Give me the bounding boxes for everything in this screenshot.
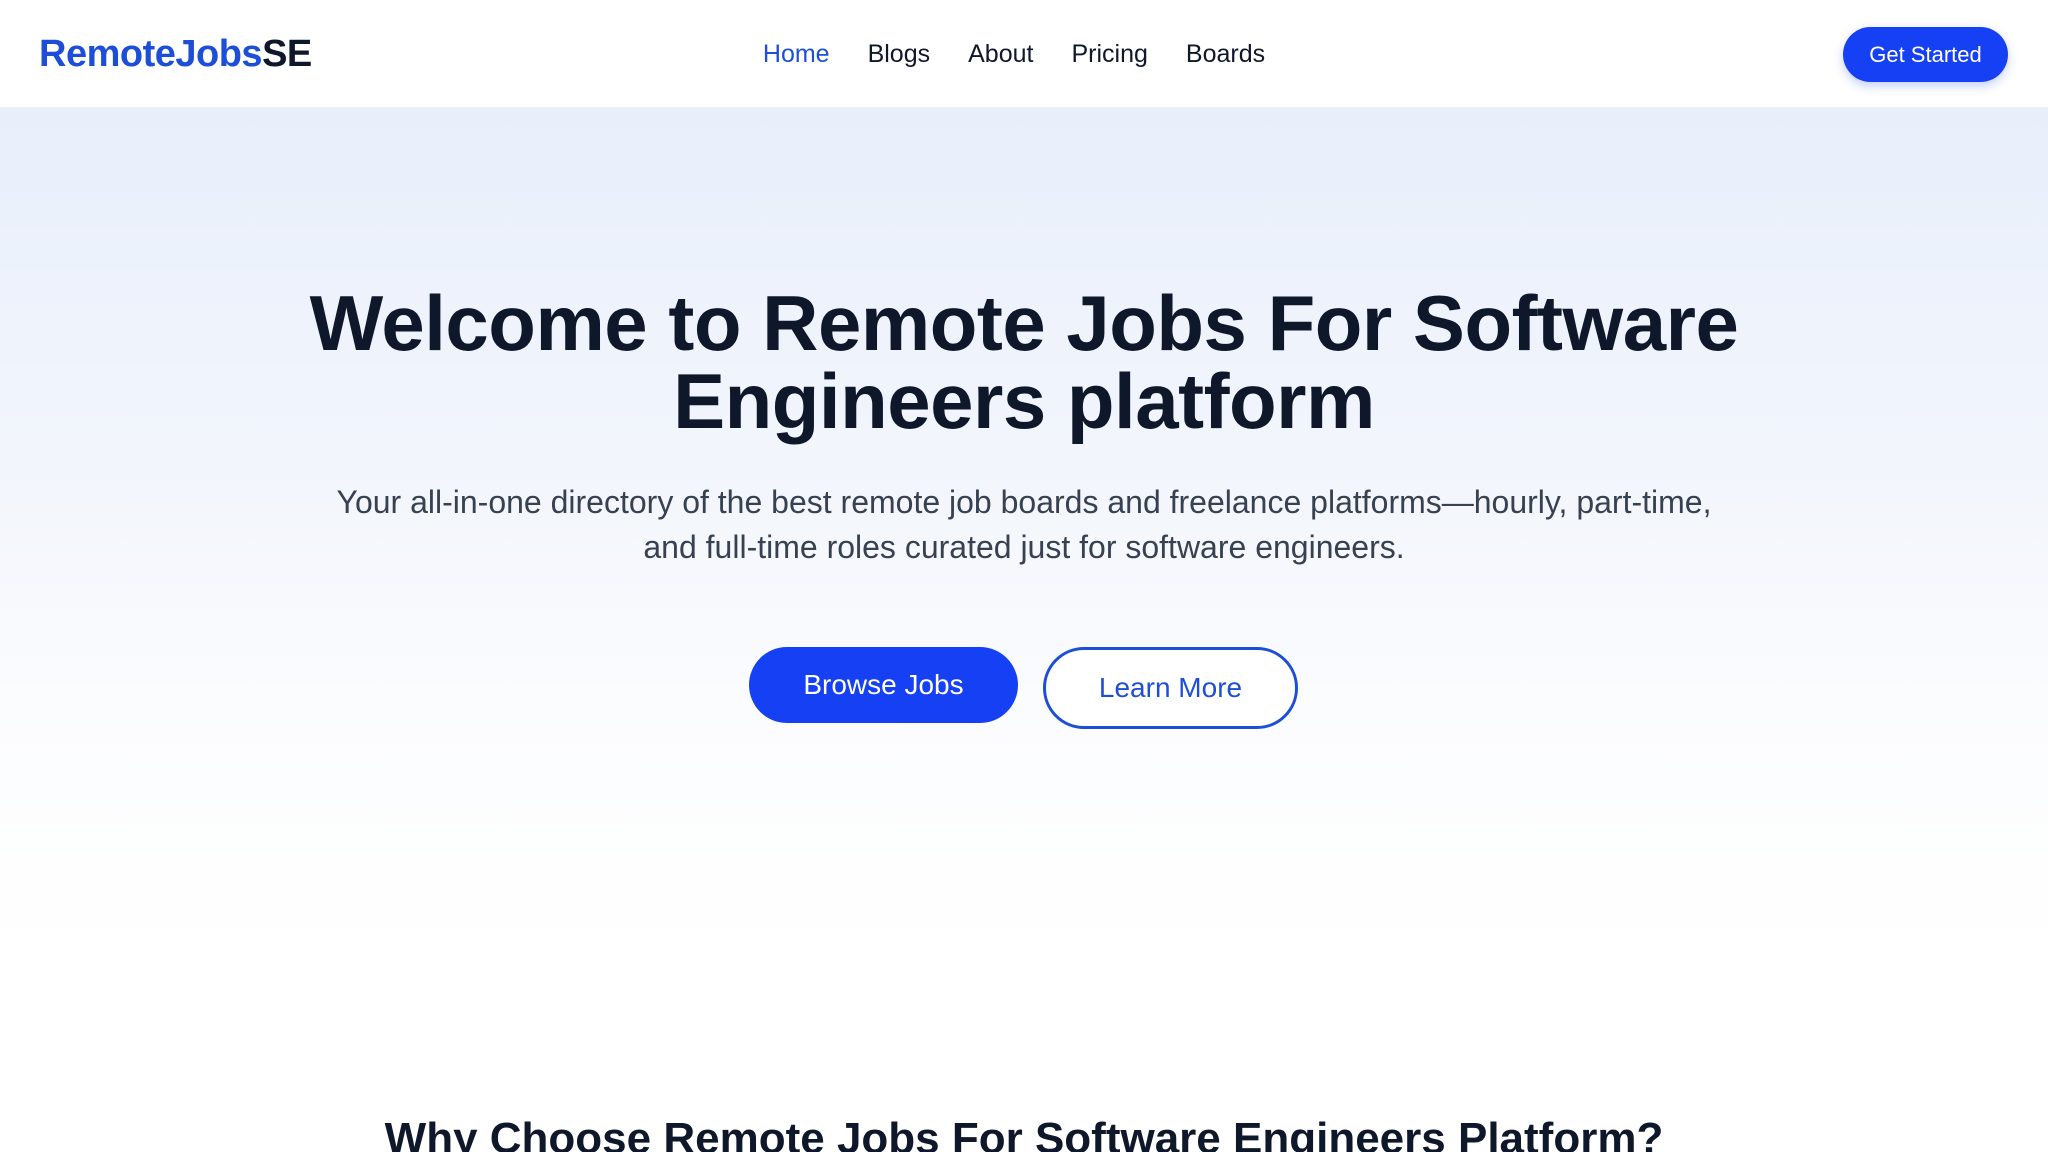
learn-more-button[interactable]: Learn More	[1043, 647, 1298, 729]
nav-link-home[interactable]: Home	[763, 36, 830, 72]
nav-link-blogs[interactable]: Blogs	[868, 36, 931, 72]
hero-subtitle-line-2: and full-time roles curated just for sof…	[643, 529, 1405, 565]
nav-link-boards[interactable]: Boards	[1186, 36, 1265, 72]
logo-text-accent: SE	[262, 33, 312, 75]
nav-link-pricing[interactable]: Pricing	[1071, 36, 1147, 72]
why-choose-heading: Why Choose Remote Jobs For Software Engi…	[384, 1114, 1664, 1152]
hero-title-line-1: Welcome to Remote Jobs For Software	[309, 279, 1739, 367]
hero-section: Welcome to Remote Jobs For Software Engi…	[0, 108, 2048, 960]
logo-text-main: RemoteJobs	[39, 33, 263, 75]
nav-link-about[interactable]: About	[968, 36, 1033, 72]
site-header: RemoteJobsSE Home Blogs About Pricing Bo…	[0, 0, 2048, 108]
browse-jobs-button[interactable]: Browse Jobs	[749, 647, 1018, 723]
hero-title: Welcome to Remote Jobs For Software Engi…	[0, 284, 2048, 440]
hero-title-line-2: Engineers platform	[673, 357, 1375, 445]
get-started-button[interactable]: Get Started	[1843, 27, 2008, 82]
hero-subtitle-line-1: Your all-in-one directory of the best re…	[336, 484, 1712, 520]
hero-subtitle: Your all-in-one directory of the best re…	[0, 480, 2048, 570]
site-logo[interactable]: RemoteJobsSE	[39, 30, 312, 78]
